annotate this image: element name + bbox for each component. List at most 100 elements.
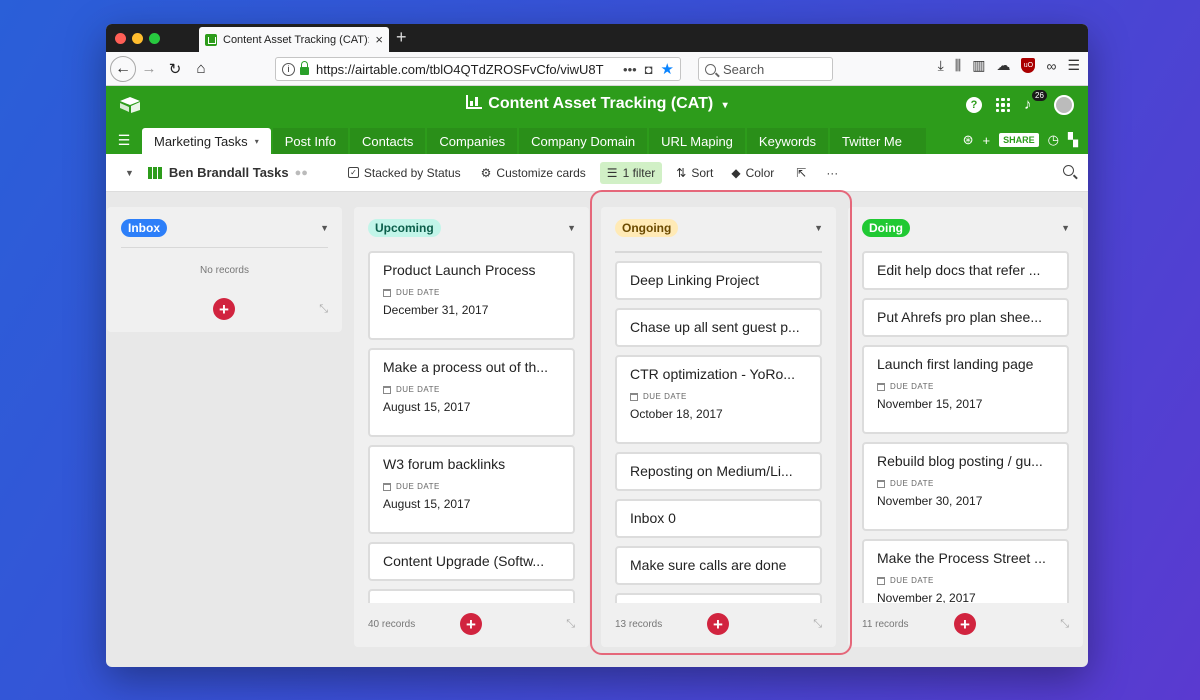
- add-record-button[interactable]: +: [707, 613, 729, 635]
- tab-companies[interactable]: Companies: [427, 128, 518, 154]
- close-window-button[interactable]: [115, 33, 126, 44]
- record-card[interactable]: Make the Process Street ... DUE DATE Novem…: [862, 539, 1069, 603]
- tab-keywords[interactable]: Keywords: [746, 128, 828, 154]
- maximize-window-button[interactable]: [149, 33, 160, 44]
- collapse-stack-icon[interactable]: ⤡: [1060, 618, 1069, 631]
- notifications-bell-icon[interactable]: ♪ 26: [1024, 90, 1047, 114]
- stack-ongoing: Ongoing ▼ Deep Linking Project Chase up all…: [601, 207, 836, 647]
- airtable-header: Content Asset Tracking (CAT) ▾ ? ♪ 26: [106, 86, 1088, 126]
- forward-button[interactable]: →: [136, 56, 162, 82]
- stack-menu-caret-icon[interactable]: ▼: [814, 223, 823, 233]
- bookmark-star-icon[interactable]: ★: [661, 60, 674, 78]
- collapse-stack-icon[interactable]: ⤡: [813, 618, 822, 631]
- url-bar[interactable]: i https://airtable.com/tblO4QTdZROSFvCfo…: [275, 57, 681, 81]
- ublock-icon[interactable]: uO: [1021, 58, 1036, 73]
- record-card[interactable]: CTR optimization - YoRo... DUE DATE Octobe…: [615, 355, 822, 444]
- back-button[interactable]: ←: [110, 55, 136, 82]
- filter-icon: ☰: [606, 165, 618, 180]
- apps-grid-icon[interactable]: [996, 98, 1010, 112]
- sort-button[interactable]: ⇅ Sort: [676, 166, 713, 180]
- home-button[interactable]: ⌂: [188, 56, 214, 82]
- tab-post-info[interactable]: Post Info: [272, 128, 349, 154]
- due-date-label: DUE DATE: [877, 479, 1054, 488]
- no-records-text: No records: [200, 265, 249, 276]
- tab-marketing-tasks[interactable]: Marketing Tasks ▾: [142, 128, 271, 154]
- search-icon: [705, 63, 716, 75]
- record-card[interactable]: Reposting on Medium/Li...: [615, 452, 822, 491]
- collapse-stack-icon[interactable]: ⤡: [566, 618, 575, 631]
- share-button[interactable]: SHARE: [999, 133, 1039, 147]
- stack-menu-caret-icon[interactable]: ▼: [1061, 223, 1070, 233]
- record-card[interactable]: Make sure calls are done: [615, 546, 822, 585]
- link-icon[interactable]: ∞: [1046, 58, 1056, 74]
- stack-menu-caret-icon[interactable]: ▼: [567, 223, 576, 233]
- minimize-window-button[interactable]: [132, 33, 143, 44]
- search-icon[interactable]: [1063, 165, 1074, 176]
- stack-footer: 13 records + ⤡: [615, 603, 822, 647]
- stack-menu-caret-icon[interactable]: ▼: [320, 223, 329, 233]
- record-card[interactable]: Think about some data-b...: [368, 589, 575, 603]
- record-card[interactable]: Chase up all sent guest p...: [615, 308, 822, 347]
- help-icon[interactable]: ?: [966, 97, 982, 113]
- hamburger-menu-icon[interactable]: ☰: [1067, 57, 1080, 74]
- record-card[interactable]: Put Ahrefs pro plan shee...: [862, 298, 1069, 337]
- card-title: Product Launch Process: [383, 262, 536, 278]
- card-title: Put Ahrefs pro plan shee...: [877, 309, 1042, 325]
- view-name[interactable]: Ben Brandall Tasks ●●: [147, 165, 308, 180]
- filter-button[interactable]: ☰ 1 filter: [599, 161, 663, 184]
- record-card[interactable]: Inbox 0: [615, 499, 822, 538]
- share-view-icon[interactable]: ⇱: [796, 166, 806, 180]
- color-button[interactable]: ◆ Color: [731, 166, 774, 180]
- view-switcher-caret-icon[interactable]: ▼: [125, 168, 134, 178]
- customize-cards-button[interactable]: ⚙ Customize cards: [481, 166, 586, 180]
- record-card[interactable]: Content Upgrade (Softw...: [368, 542, 575, 581]
- sidebar-icon[interactable]: ▥: [972, 57, 985, 74]
- card-title: Make sure calls are done: [630, 557, 787, 573]
- more-options-icon[interactable]: ···: [826, 166, 838, 180]
- add-table-icon[interactable]: +: [983, 133, 991, 148]
- tab-url-maping[interactable]: URL Maping: [649, 128, 745, 154]
- add-record-button[interactable]: +: [213, 298, 235, 320]
- new-tab-button[interactable]: +: [396, 27, 407, 48]
- browser-search-input[interactable]: Search: [698, 57, 833, 81]
- url-text[interactable]: https://airtable.com/tblO4QTdZROSFvCfo/v…: [316, 62, 623, 77]
- add-record-button[interactable]: +: [954, 613, 976, 635]
- record-card[interactable]: Deep Linking Project: [615, 261, 822, 300]
- record-card[interactable]: Edit help docs that refer ...: [862, 251, 1069, 290]
- table-menu-icon[interactable]: ☰: [106, 126, 142, 154]
- status-badge: Ongoing: [615, 219, 679, 237]
- due-date-value: November 15, 2017: [877, 397, 983, 411]
- add-record-button[interactable]: +: [460, 613, 482, 635]
- gear-icon: ⚙: [480, 165, 492, 180]
- browser-tab[interactable]: Content Asset Tracking (CAT): M ×: [199, 27, 389, 52]
- tab-company-domain[interactable]: Company Domain: [519, 128, 648, 154]
- base-title[interactable]: Content Asset Tracking (CAT) ▾: [106, 95, 1088, 113]
- pocket-icon[interactable]: ◘: [645, 62, 653, 77]
- tab-close-icon[interactable]: ×: [375, 32, 383, 47]
- due-date-label-text: DUE DATE: [396, 385, 440, 394]
- stacked-by-button[interactable]: ✓ Stacked by Status: [347, 166, 461, 180]
- collapse-stack-icon[interactable]: ⤡: [319, 303, 328, 316]
- page-actions-icon[interactable]: •••: [623, 62, 637, 77]
- tab-twitter[interactable]: Twitter Me: [830, 128, 926, 154]
- tab-contacts[interactable]: Contacts: [350, 128, 426, 154]
- blocks-icon[interactable]: ▚: [1068, 132, 1078, 148]
- chevron-down-icon[interactable]: ▾: [255, 137, 259, 146]
- status-badge: Doing: [862, 219, 910, 237]
- search-placeholder: Search: [723, 61, 765, 77]
- extension-icon[interactable]: ☁: [996, 57, 1010, 74]
- record-card[interactable]: Make a process out of th... DUE DATE Augus…: [368, 348, 575, 437]
- scroll-tabs-icon[interactable]: ⊛: [963, 132, 974, 148]
- record-card[interactable]: Rebuild blog posting / gu... DUE DATE Nove…: [862, 442, 1069, 531]
- due-date-label: DUE DATE: [383, 482, 560, 491]
- record-card[interactable]: W3 forum backlinks DUE DATE August 15, 201…: [368, 445, 575, 534]
- record-card[interactable]: Launch first landing page DUE DATE Novembe…: [862, 345, 1069, 434]
- library-icon[interactable]: ⫼: [955, 57, 961, 74]
- record-card[interactable]: Blog post promotion: [615, 593, 822, 603]
- history-icon[interactable]: ◷: [1048, 132, 1059, 148]
- record-card[interactable]: Product Launch Process DUE DATE December 3…: [368, 251, 575, 340]
- site-info-icon[interactable]: i: [282, 62, 295, 76]
- reload-button[interactable]: ↻: [162, 56, 188, 82]
- download-icon[interactable]: ⤓: [938, 57, 944, 74]
- avatar[interactable]: [1054, 95, 1074, 115]
